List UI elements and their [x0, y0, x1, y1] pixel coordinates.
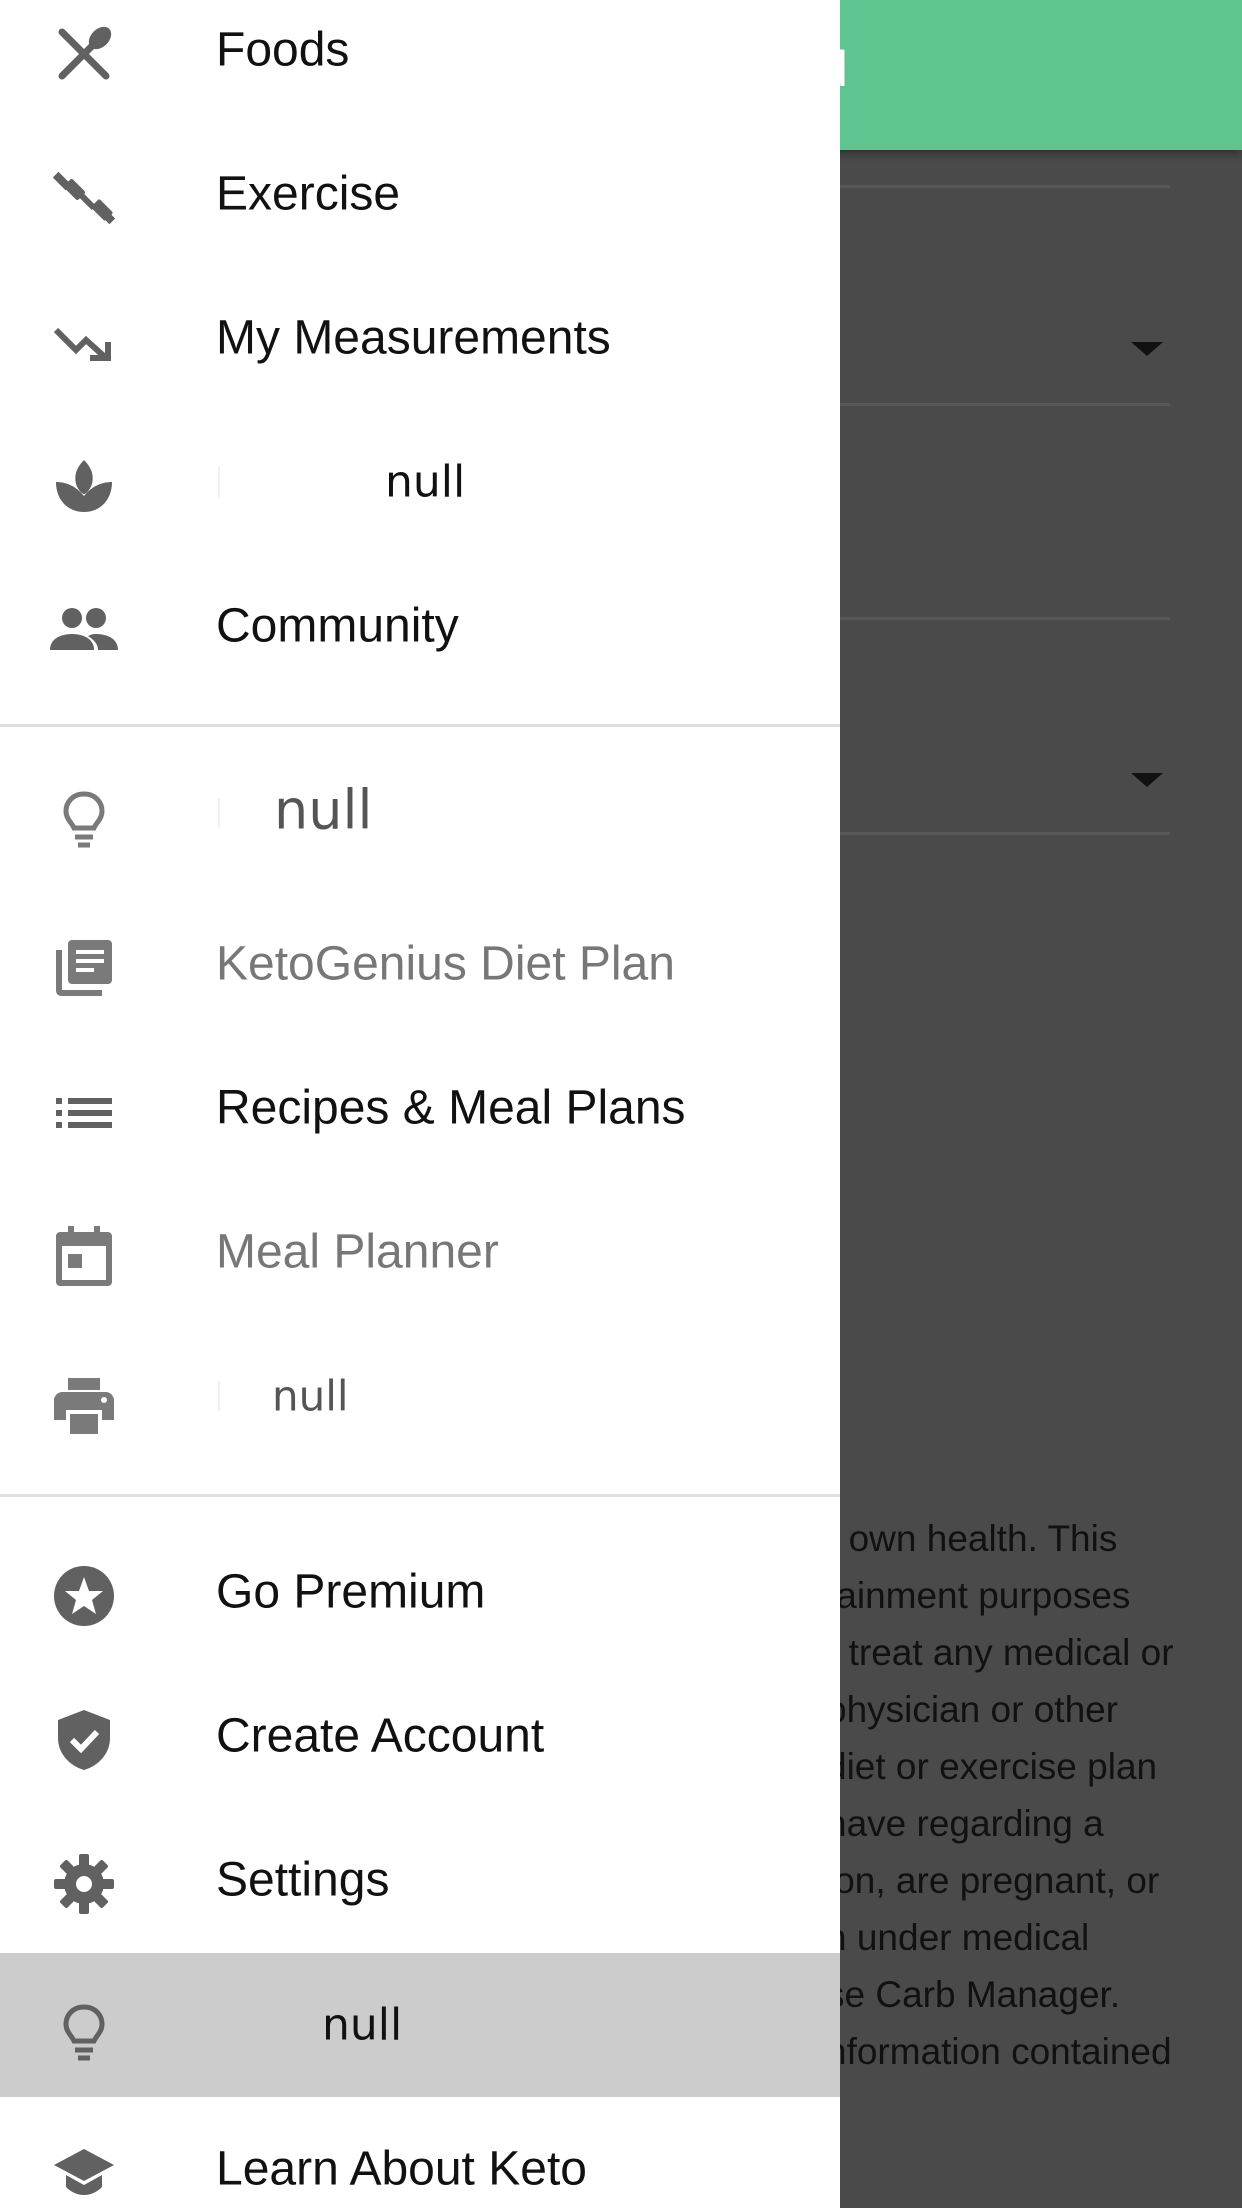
drawer-item-my-measurements[interactable]: My Measurements — [0, 266, 840, 410]
drawer-item-label: null — [274, 778, 373, 842]
school-cap-icon — [48, 2137, 120, 2208]
drawer-item-exercise[interactable]: Exercise — [0, 122, 840, 266]
field-underline — [840, 832, 1170, 835]
drawer-divider — [0, 724, 840, 727]
app-screen: d r own health. This tainment purposes r… — [0, 0, 1242, 2208]
dropdown-arrow-icon[interactable] — [1131, 342, 1163, 356]
drawer-item-label: null — [322, 1999, 403, 2051]
gear-icon — [48, 1848, 120, 1920]
field-underline — [840, 403, 1170, 406]
drawer-item-learn-about-keto[interactable]: Learn About Keto — [0, 2097, 840, 2208]
drawer-item-label: Settings — [216, 1853, 390, 1907]
drawer-item-ketogenius-diet-plan[interactable]: KetoGenius Diet Plan — [0, 892, 840, 1036]
disclaimer-line: have regarding a — [826, 1803, 1104, 1844]
dropdown-arrow-icon[interactable] — [1131, 773, 1163, 787]
list-icon — [48, 1076, 120, 1148]
drawer-item-label: My Measurements — [216, 311, 611, 365]
drawer-item-label: Exercise — [216, 167, 401, 221]
star-circle-icon — [48, 1560, 120, 1632]
utensils-icon — [48, 18, 120, 90]
dumbbell-icon — [48, 162, 120, 234]
drawer-item-null-selected[interactable]: null — [0, 1953, 840, 2097]
drawer-item-label: Create Account — [216, 1709, 545, 1763]
verified-shield-icon — [48, 1704, 120, 1776]
lightbulb-icon — [48, 784, 120, 856]
drawer-item-recipes-meal-plans[interactable]: Recipes & Meal Plans — [0, 1036, 840, 1180]
drawer-item-label: null — [272, 1371, 349, 1421]
spa-leaf-icon — [48, 450, 120, 522]
drawer-item-foods[interactable]: Foods — [0, 0, 840, 122]
drawer-item-label: KetoGenius Diet Plan — [216, 937, 675, 991]
calendar-icon — [48, 1220, 120, 1292]
lightbulb-icon — [48, 1997, 120, 2069]
drawer-item-meal-planner[interactable]: Meal Planner — [0, 1180, 840, 1324]
drawer-item-label: Meal Planner — [216, 1225, 499, 1279]
navigation-drawer: Foods Exercise My Measurements null Comm… — [0, 0, 840, 2208]
disclaimer-line: tainment purposes — [826, 1575, 1131, 1616]
drawer-item-create-account[interactable]: Create Account — [0, 1664, 840, 1808]
drawer-item-label: Recipes & Meal Plans — [216, 1081, 686, 1135]
disclaimer-line: physician or other — [826, 1689, 1119, 1730]
drawer-item-label: Learn About Keto — [216, 2142, 587, 2196]
disclaimer-line: ion, are pregnant, or — [826, 1860, 1160, 1901]
divider-mark — [218, 798, 220, 828]
drawer-divider — [0, 1494, 840, 1497]
drawer-item-label: Go Premium — [216, 1565, 486, 1619]
drawer-item-community[interactable]: Community — [0, 554, 840, 698]
library-books-icon — [48, 932, 120, 1004]
disclaimer-line: se Carb Manager. — [826, 1974, 1121, 2015]
drawer-item-go-premium[interactable]: Go Premium — [0, 1520, 840, 1664]
drawer-item-label: Foods — [216, 23, 350, 77]
field-underline — [840, 185, 1170, 188]
drawer-item-settings[interactable]: Settings — [0, 1808, 840, 1952]
trending-down-icon — [48, 306, 120, 378]
disclaimer-text: r own health. This tainment purposes r t… — [826, 1510, 1242, 2080]
disclaimer-line: r treat any medical or — [826, 1632, 1174, 1673]
divider-mark — [218, 467, 220, 497]
print-icon — [48, 1370, 120, 1442]
disclaimer-line: nformation contained — [826, 2031, 1172, 2072]
drawer-item-null[interactable]: null — [0, 1324, 840, 1468]
drawer-item-null[interactable]: null — [0, 410, 840, 554]
field-underline — [840, 617, 1170, 620]
drawer-item-label: null — [385, 456, 466, 508]
drawer-item-label: Community — [216, 599, 459, 653]
disclaimer-line: diet or exercise plan — [826, 1746, 1158, 1787]
disclaimer-line: n under medical — [826, 1917, 1090, 1958]
disclaimer-line: r own health. This — [826, 1518, 1118, 1559]
people-icon — [48, 594, 120, 666]
drawer-item-null[interactable]: null — [0, 738, 840, 882]
divider-mark — [218, 1381, 220, 1411]
